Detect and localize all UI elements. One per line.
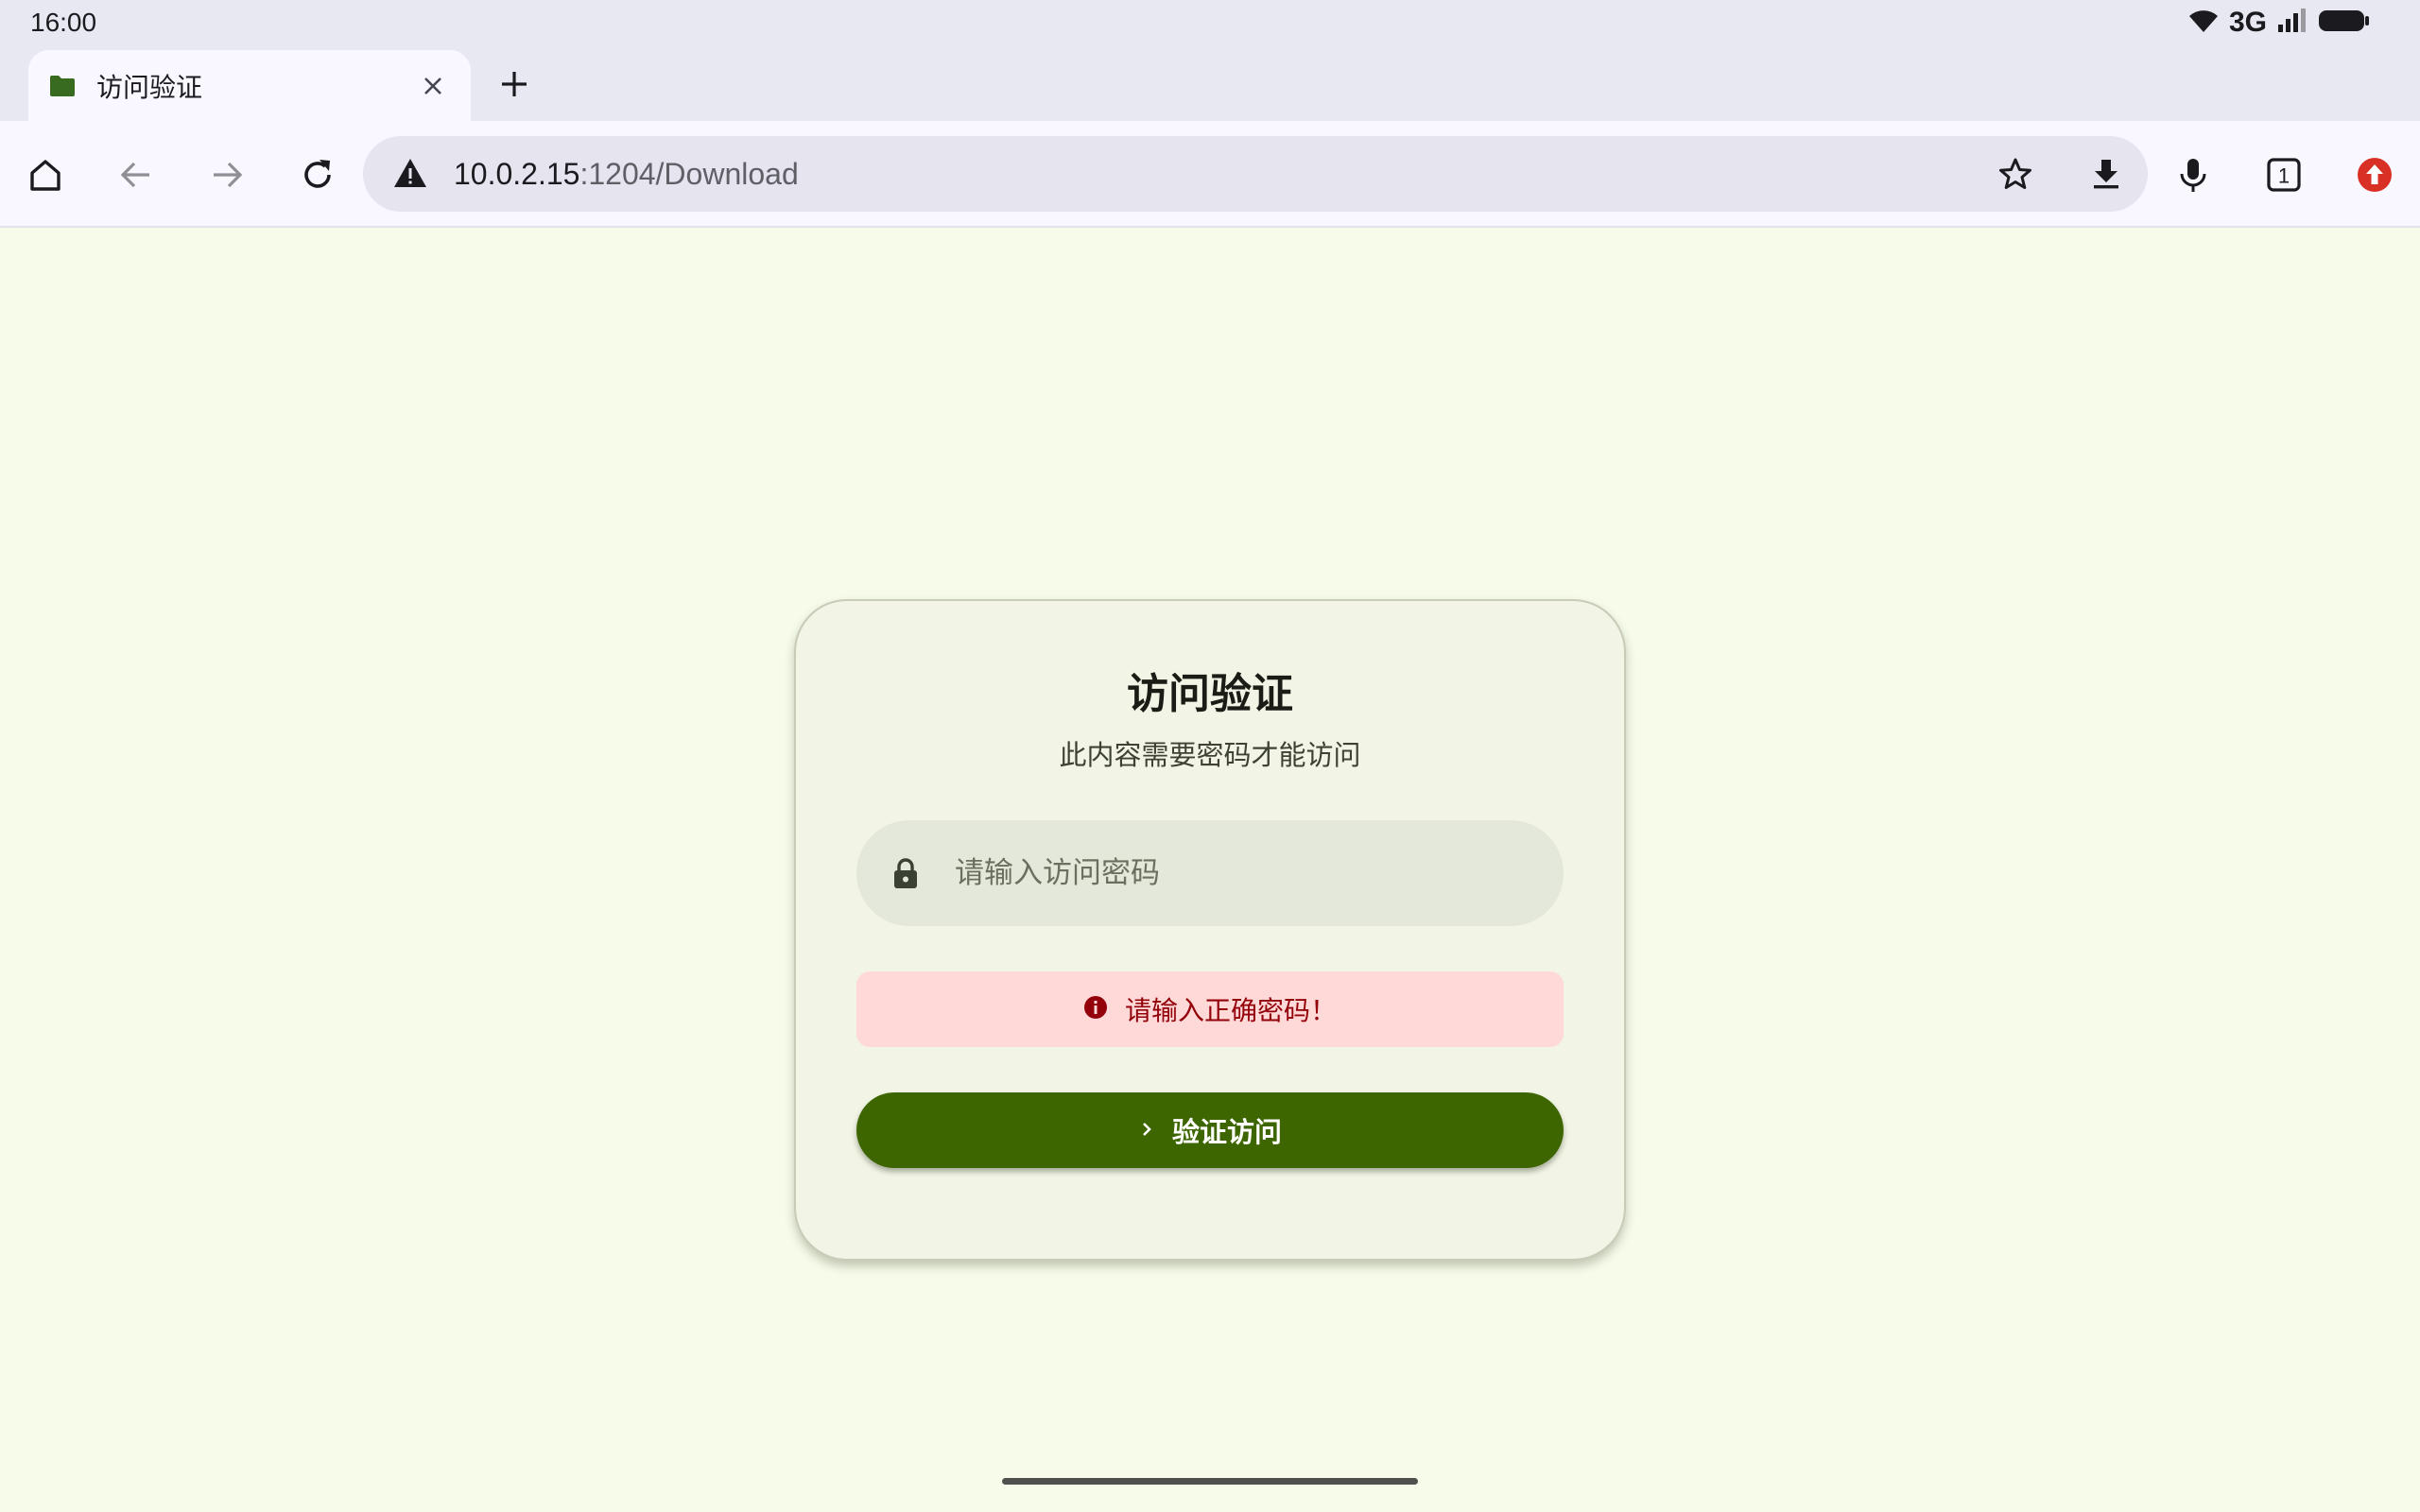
network-type: 3G [2228, 6, 2267, 38]
close-icon[interactable] [416, 69, 450, 103]
forward-button[interactable] [197, 145, 257, 205]
chevron-right-icon [1138, 1119, 1155, 1143]
verify-button[interactable]: 验证访问 [856, 1092, 1564, 1168]
password-field[interactable] [856, 820, 1564, 926]
voice-search-button[interactable] [2163, 145, 2223, 205]
home-button[interactable] [15, 145, 76, 205]
status-icons: 3G [2187, 7, 2371, 39]
url-path: :1204/Download [579, 157, 799, 191]
home-icon [30, 160, 60, 191]
verify-button-label: 验证访问 [1171, 1118, 1282, 1148]
error-text: 请输入正确密码！ [1124, 995, 1337, 1026]
tab-active[interactable]: 访问验证 [28, 50, 471, 121]
address-bar[interactable]: 10.0.2.15:1204/Download [363, 136, 2148, 212]
update-button[interactable] [2344, 145, 2405, 205]
signal-icon [2276, 8, 2308, 38]
not-secure-icon[interactable] [391, 155, 429, 193]
browser-toolbar: 10.0.2.15:1204/Download 1 [0, 121, 2420, 228]
back-button[interactable] [106, 145, 166, 205]
star-icon [1999, 158, 2031, 189]
folder-icon [49, 71, 79, 101]
forward-icon [214, 162, 243, 188]
reload-button[interactable] [287, 145, 348, 205]
url-host: 10.0.2.15 [454, 157, 580, 191]
url-text[interactable]: 10.0.2.15:1204/Download [454, 136, 799, 212]
mic-icon [2180, 159, 2206, 192]
download-icon [2094, 160, 2118, 189]
gesture-nav-bar[interactable] [1002, 1478, 1418, 1485]
error-icon [1083, 995, 1108, 1023]
update-icon [2358, 158, 2392, 192]
tab-count: 1 [2278, 164, 2290, 188]
tab-title: 访问验证 [96, 71, 203, 103]
page-subtitle: 此内容需要密码才能访问 [1059, 739, 1361, 771]
download-button[interactable] [2080, 147, 2133, 200]
wifi-icon [2187, 8, 2220, 38]
tab-switcher-button[interactable]: 1 [2254, 145, 2314, 205]
status-time: 16:00 [30, 7, 97, 37]
reload-icon [304, 160, 331, 188]
verification-card: 访问验证 此内容需要密码才能访问 请输入正确密码！ 验证访问 [794, 599, 1626, 1261]
new-tab-button[interactable] [492, 61, 537, 107]
bookmark-button[interactable] [1989, 147, 2042, 200]
tab-switcher-icon: 1 [2267, 158, 2301, 192]
page-title: 访问验证 [1127, 670, 1293, 718]
plus-icon [502, 72, 527, 96]
lock-icon [889, 856, 923, 890]
password-input[interactable] [955, 820, 1541, 926]
battery-icon [2318, 8, 2371, 38]
status-bar: 16:00 3G [0, 0, 2420, 44]
tab-strip: 访问验证 [0, 44, 2420, 121]
back-icon [120, 162, 149, 188]
error-message: 请输入正确密码！ [856, 971, 1564, 1047]
